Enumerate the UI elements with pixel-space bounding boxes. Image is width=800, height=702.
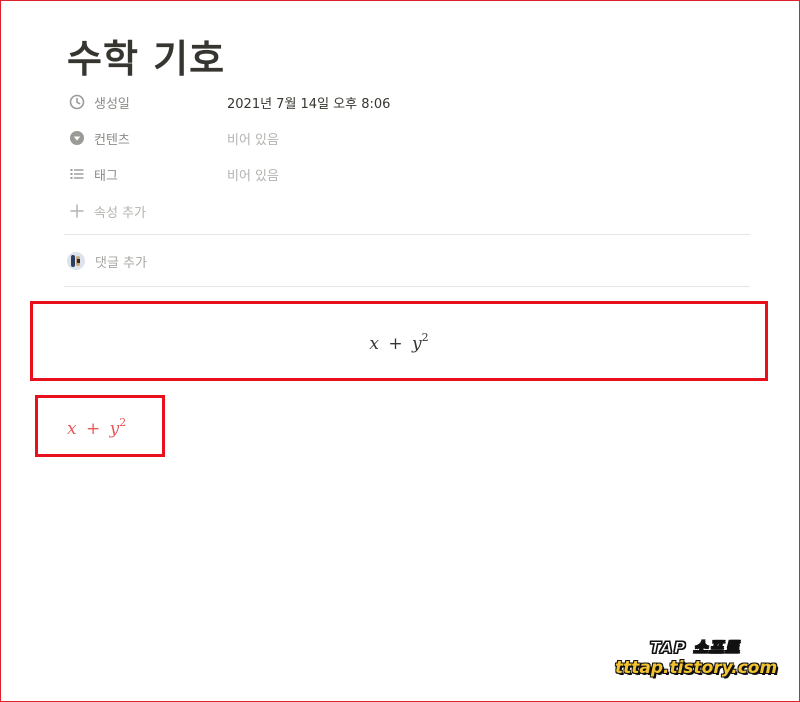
property-value: 2021년 7월 14일 오후 8:06 [227, 97, 391, 112]
equation-variable: y [109, 419, 120, 439]
equation-exponent: 2 [421, 331, 429, 344]
property-row-contents[interactable]: 컨텐츠 비어 있음 [69, 127, 749, 149]
block-equation[interactable]: x + y2 [30, 301, 768, 381]
watermark: TAP 소프트 tttap.tistory.com [615, 634, 778, 679]
divider [64, 286, 750, 287]
property-row-tags[interactable]: 태그 비어 있음 [69, 163, 749, 185]
plus-icon [69, 203, 85, 219]
add-property-label: 속성 추가 [94, 206, 146, 221]
block-equation-formula: x + y2 [33, 331, 765, 354]
add-comment-button[interactable]: 댓글 추가 [67, 250, 367, 272]
dropdown-circle-icon [69, 130, 85, 146]
watermark-brand: TAP 소프트 [649, 638, 741, 658]
property-label: 생성일 [94, 97, 130, 112]
equation-variable: x [67, 419, 77, 439]
equation-variable: y [412, 334, 422, 354]
equation-exponent: 2 [119, 416, 127, 429]
inline-equation[interactable]: x + y2 [35, 395, 165, 457]
add-property-button[interactable]: 속성 추가 [69, 200, 749, 222]
avatar [67, 252, 85, 270]
property-value-empty[interactable]: 비어 있음 [227, 165, 279, 184]
property-row-created[interactable]: 생성일 2021년 7월 14일 오후 8:06 [69, 91, 749, 113]
property-value-empty[interactable]: 비어 있음 [227, 129, 279, 148]
clock-icon [69, 94, 85, 110]
add-comment-label: 댓글 추가 [95, 256, 147, 271]
list-icon [69, 166, 85, 182]
property-label: 컨텐츠 [94, 133, 130, 148]
page-title[interactable]: 수학 기호 [67, 28, 225, 83]
property-label: 태그 [94, 169, 118, 184]
divider [64, 234, 750, 235]
equation-operator: + [86, 419, 101, 439]
equation-variable: x [369, 334, 379, 354]
equation-operator: + [388, 334, 403, 354]
watermark-url: tttap.tistory.com [615, 658, 778, 678]
inline-equation-formula: x + y2 [67, 416, 126, 439]
